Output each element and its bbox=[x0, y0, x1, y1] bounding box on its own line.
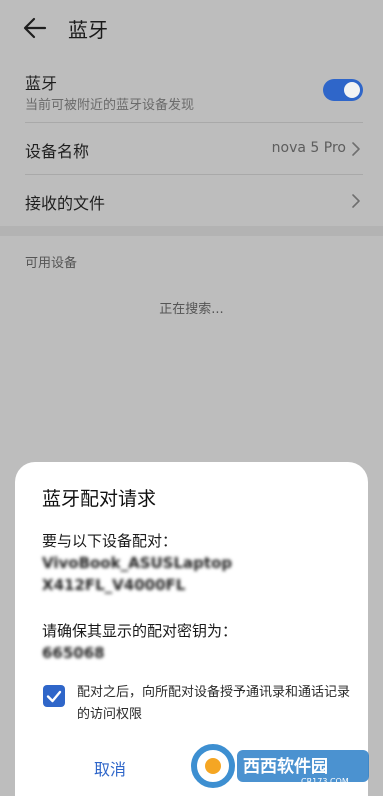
bluetooth-toggle-row[interactable]: 蓝牙 当前可被附近的蓝牙设备发现 bbox=[0, 62, 383, 122]
svg-text:CR173.COM: CR173.COM bbox=[301, 777, 349, 786]
device-name-row[interactable]: 设备名称 nova 5 Pro bbox=[0, 124, 383, 174]
grant-contacts-text: 配对之后，向所配对设备授予通讯录和通话记录的访问权限 bbox=[77, 685, 351, 722]
bluetooth-toggle-switch[interactable] bbox=[323, 79, 363, 101]
cancel-button[interactable]: 取消 bbox=[65, 756, 155, 784]
confirm-key-label: 请确保其显示的配对密钥为： bbox=[42, 622, 238, 640]
device-name-label: 设备名称 bbox=[25, 142, 90, 161]
searching-status: 正在搜索... bbox=[159, 302, 224, 317]
device-name-value: nova 5 Pro bbox=[271, 140, 346, 156]
bluetooth-visibility-subtitle: 当前可被附近的蓝牙设备发现 bbox=[25, 98, 195, 113]
back-arrow-icon bbox=[23, 17, 47, 39]
page-title: 蓝牙 bbox=[68, 18, 108, 42]
pair-with-label: 要与以下设备配对： bbox=[42, 532, 178, 550]
svg-text:西西软件园: 西西软件园 bbox=[243, 756, 328, 777]
grant-contacts-checkbox[interactable] bbox=[43, 685, 65, 707]
divider bbox=[25, 174, 363, 175]
received-files-label: 接收的文件 bbox=[25, 194, 106, 213]
device-name-line2: X412FL_V4000FL bbox=[42, 576, 186, 594]
received-files-row[interactable]: 接收的文件 bbox=[0, 176, 383, 226]
bluetooth-label: 蓝牙 bbox=[25, 74, 58, 93]
back-button[interactable] bbox=[18, 12, 52, 44]
device-name-line1: VivoBook_ASUSLaptop bbox=[42, 554, 233, 572]
chevron-right-icon bbox=[352, 194, 360, 208]
chevron-right-icon bbox=[352, 142, 360, 156]
divider bbox=[25, 122, 363, 123]
watermark-logo: 西西软件园 CR173.COM bbox=[191, 744, 369, 788]
section-separator bbox=[0, 226, 383, 236]
checkmark-icon bbox=[46, 690, 62, 703]
available-devices-title: 可用设备 bbox=[25, 256, 78, 271]
app-bar: 蓝牙 bbox=[0, 0, 383, 56]
dialog-title: 蓝牙配对请求 bbox=[42, 488, 157, 510]
pairing-key: 665068 bbox=[42, 644, 105, 662]
toggle-knob bbox=[344, 82, 360, 98]
